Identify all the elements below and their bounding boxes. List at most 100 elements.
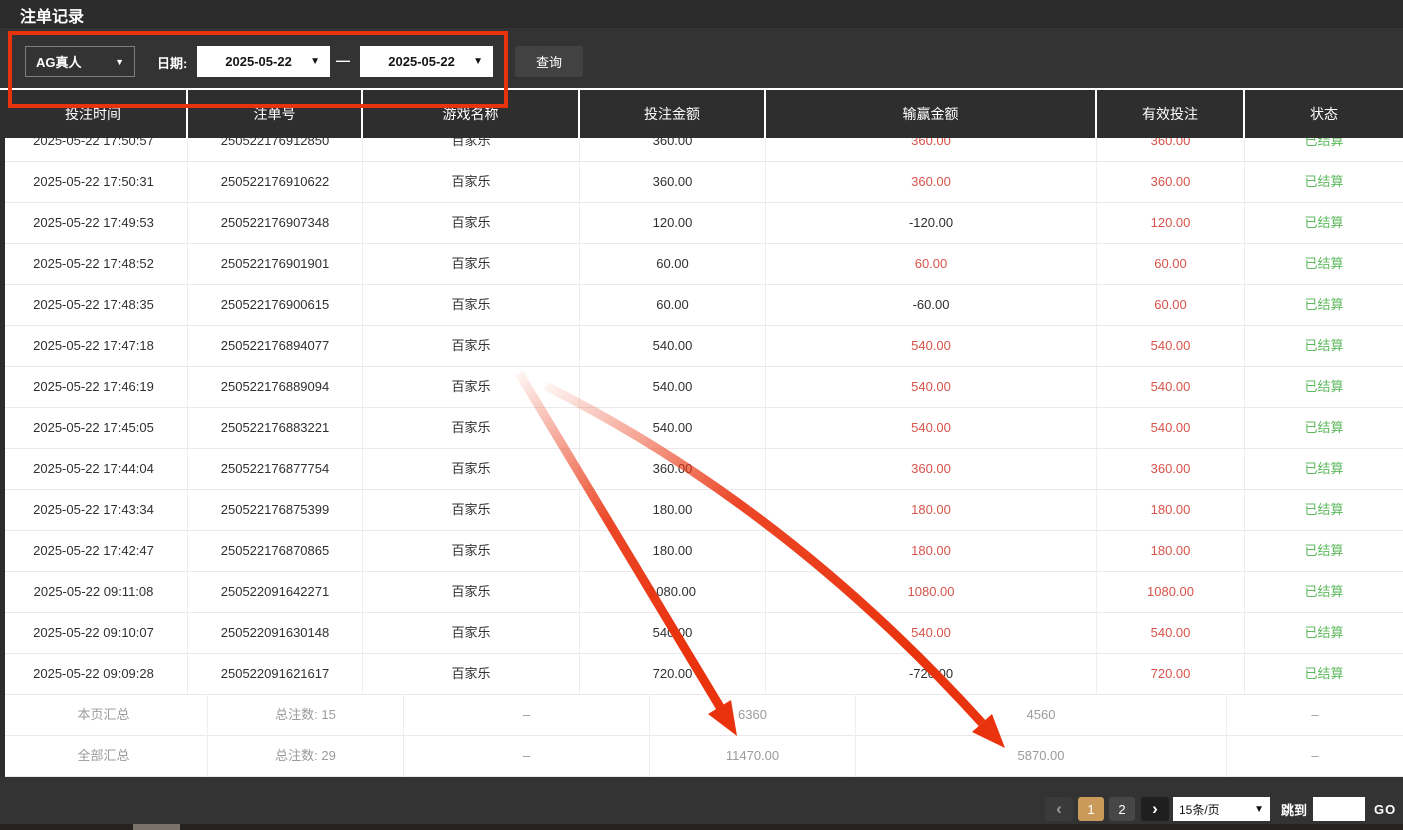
cell-valid-bet: 60.00 <box>1097 244 1245 285</box>
summary-row: 全部汇总总注数: 29–11470.005870.00– <box>0 736 1403 777</box>
chevron-left-icon: ‹ <box>1056 799 1062 819</box>
cell-bet-amount: 540.00 <box>580 408 766 449</box>
cell-bet-no: 250522176883221 <box>188 408 363 449</box>
chevron-right-icon: › <box>1152 799 1158 819</box>
date-from-value: 2025-05-22 <box>207 54 310 69</box>
cell-bet-time: 2025-05-22 09:11:08 <box>0 572 188 613</box>
jump-to-label: 跳到 <box>1281 800 1307 819</box>
table-row: 2025-05-22 09:11:08250522091642271百家乐108… <box>0 572 1403 613</box>
cell-winloss-amount: 60.00 <box>766 244 1097 285</box>
summary-dash: – <box>404 695 650 736</box>
jump-to-input[interactable] <box>1313 797 1365 821</box>
cell-game-name: 百家乐 <box>363 572 580 613</box>
cell-bet-time: 2025-05-22 17:49:53 <box>0 203 188 244</box>
table-row: 2025-05-22 17:48:52250522176901901百家乐60.… <box>0 244 1403 285</box>
cell-bet-time: 2025-05-22 17:48:35 <box>0 285 188 326</box>
cell-game-name: 百家乐 <box>363 490 580 531</box>
summary-row: 本页汇总总注数: 15–63604560– <box>0 695 1403 736</box>
cell-status: 已结算 <box>1245 408 1403 449</box>
chevron-down-icon: ▼ <box>473 56 483 67</box>
cell-status: 已结算 <box>1245 162 1403 203</box>
cell-status: 已结算 <box>1245 285 1403 326</box>
cell-bet-amount: 540.00 <box>580 326 766 367</box>
cell-game-name: 百家乐 <box>363 162 580 203</box>
cell-valid-bet: 540.00 <box>1097 613 1245 654</box>
cell-bet-no: 250522176894077 <box>188 326 363 367</box>
summary-winloss-total: 4560 <box>856 695 1227 736</box>
table-row: 2025-05-22 17:42:47250522176870865百家乐180… <box>0 531 1403 572</box>
game-platform-select[interactable]: AG真人 ▼ <box>25 46 135 77</box>
cell-bet-no: 250522176907348 <box>188 203 363 244</box>
cell-valid-bet: 360.00 <box>1097 138 1245 162</box>
page-title: 注单记录 <box>20 3 84 27</box>
cell-bet-no: 250522176912850 <box>188 138 363 162</box>
cell-valid-bet: 180.00 <box>1097 531 1245 572</box>
cell-winloss-amount: 540.00 <box>766 613 1097 654</box>
next-page-button[interactable]: › <box>1141 797 1169 821</box>
horizontal-scrollbar-track[interactable] <box>0 824 1403 830</box>
cell-valid-bet: 360.00 <box>1097 162 1245 203</box>
pagination: ‹ 12 › 15条/页 ▼ 跳到 GO <box>1045 797 1396 821</box>
cell-status: 已结算 <box>1245 449 1403 490</box>
cell-bet-amount: 60.00 <box>580 285 766 326</box>
summary-dash: – <box>1227 695 1403 736</box>
cell-game-name: 百家乐 <box>363 244 580 285</box>
cell-game-name: 百家乐 <box>363 285 580 326</box>
page-size-select[interactable]: 15条/页 ▼ <box>1173 797 1270 821</box>
table-row: 2025-05-22 17:49:53250522176907348百家乐120… <box>0 203 1403 244</box>
cell-valid-bet: 1080.00 <box>1097 572 1245 613</box>
page-buttons: 12 <box>1073 797 1135 821</box>
cell-bet-amount: 180.00 <box>580 531 766 572</box>
page-button-1[interactable]: 1 <box>1078 797 1104 821</box>
table-row: 2025-05-22 17:47:18250522176894077百家乐540… <box>0 326 1403 367</box>
cell-game-name: 百家乐 <box>363 654 580 695</box>
horizontal-scrollbar-thumb[interactable] <box>133 824 180 830</box>
game-platform-value: AG真人 <box>36 52 115 71</box>
date-from-select[interactable]: 2025-05-22 ▼ <box>197 46 330 77</box>
cell-winloss-amount: -120.00 <box>766 203 1097 244</box>
cell-valid-bet: 540.00 <box>1097 408 1245 449</box>
cell-winloss-amount: 180.00 <box>766 531 1097 572</box>
column-header-status: 状态 <box>1245 90 1403 138</box>
table-row: 2025-05-22 17:45:05250522176883221百家乐540… <box>0 408 1403 449</box>
cell-bet-time: 2025-05-22 17:44:04 <box>0 449 188 490</box>
cell-winloss-amount: -720.00 <box>766 654 1097 695</box>
go-button[interactable]: GO <box>1374 802 1396 817</box>
cell-winloss-amount: -60.00 <box>766 285 1097 326</box>
left-edge-strip <box>0 138 5 777</box>
cell-status: 已结算 <box>1245 138 1403 162</box>
cell-valid-bet: 540.00 <box>1097 367 1245 408</box>
cell-game-name: 百家乐 <box>363 203 580 244</box>
cell-winloss-amount: 540.00 <box>766 326 1097 367</box>
cell-game-name: 百家乐 <box>363 449 580 490</box>
cell-status: 已结算 <box>1245 326 1403 367</box>
summary-dash: – <box>404 736 650 777</box>
cell-game-name: 百家乐 <box>363 367 580 408</box>
column-header-bet-time: 投注时间 <box>0 90 188 138</box>
cell-bet-time: 2025-05-22 17:43:34 <box>0 490 188 531</box>
cell-valid-bet: 60.00 <box>1097 285 1245 326</box>
cell-bet-time: 2025-05-22 17:45:05 <box>0 408 188 449</box>
cell-game-name: 百家乐 <box>363 613 580 654</box>
cell-bet-no: 250522091621617 <box>188 654 363 695</box>
page-button-2[interactable]: 2 <box>1109 797 1135 821</box>
cell-bet-amount: 60.00 <box>580 244 766 285</box>
cell-winloss-amount: 360.00 <box>766 449 1097 490</box>
cell-valid-bet: 360.00 <box>1097 449 1245 490</box>
cell-bet-time: 2025-05-22 09:09:28 <box>0 654 188 695</box>
cell-status: 已结算 <box>1245 531 1403 572</box>
table-row: 2025-05-22 17:50:31250522176910622百家乐360… <box>0 162 1403 203</box>
cell-status: 已结算 <box>1245 654 1403 695</box>
cell-status: 已结算 <box>1245 244 1403 285</box>
cell-bet-amount: 540.00 <box>580 367 766 408</box>
cell-game-name: 百家乐 <box>363 408 580 449</box>
cell-bet-amount: 360.00 <box>580 449 766 490</box>
query-button[interactable]: 查询 <box>515 46 583 77</box>
cell-status: 已结算 <box>1245 490 1403 531</box>
summary-section: 本页汇总总注数: 15–63604560–全部汇总总注数: 29–11470.0… <box>0 695 1403 777</box>
cell-bet-no: 250522176889094 <box>188 367 363 408</box>
table-row: 2025-05-22 17:48:35250522176900615百家乐60.… <box>0 285 1403 326</box>
prev-page-button[interactable]: ‹ <box>1045 797 1073 821</box>
summary-label: 本页汇总 <box>0 695 208 736</box>
date-to-select[interactable]: 2025-05-22 ▼ <box>360 46 493 77</box>
